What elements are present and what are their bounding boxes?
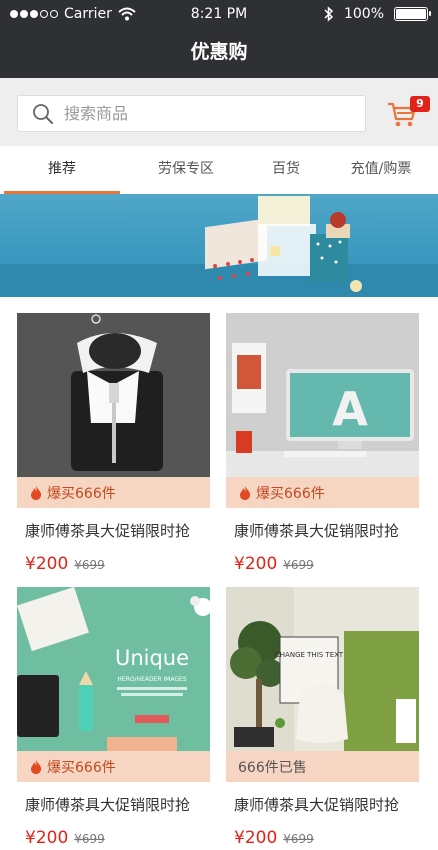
product-title: 康师傅茶具大促销限时抢 (234, 522, 400, 540)
tab-general-goods[interactable]: 百货 (248, 146, 324, 194)
product-image: Unique HERO/HEADER IMAGES (17, 587, 210, 751)
category-tabs: 推荐 劳保专区 百货 充值/购票 (0, 146, 438, 194)
product-tag-label: 爆买666件 (256, 485, 325, 502)
bluetooth-icon (324, 6, 334, 22)
tab-recharge-tickets[interactable]: 充值/购票 (324, 146, 438, 194)
fire-icon (240, 485, 251, 500)
cart-badge: 9 (410, 96, 430, 112)
cart-button[interactable]: 9 (386, 96, 430, 134)
search-row: 9 (0, 78, 438, 146)
tab-label: 劳保专区 (158, 161, 214, 177)
product-tag: 爆买666件 (17, 751, 210, 782)
tab-label: 百货 (272, 161, 300, 177)
original-price: ¥699 (283, 832, 314, 846)
current-price: ¥200 (25, 554, 69, 574)
search-icon (33, 103, 53, 124)
battery-label: 100% (343, 6, 384, 22)
product-price: ¥200 ¥699 (25, 828, 210, 848)
current-price: ¥200 (234, 554, 278, 574)
product-grid: 爆买666件 康师傅茶具大促销限时抢 ¥200 ¥699 A 爆买666件 康师… (0, 297, 438, 850)
product-card[interactable]: CHANGE THIS TEXT 666件已售 康师傅茶具大促销限时抢 ¥200… (226, 587, 419, 848)
product-tag-label: 666件已售 (238, 759, 307, 776)
tab-labor-protection[interactable]: 劳保专区 (124, 146, 248, 194)
product-tag-label: 爆买666件 (47, 485, 116, 502)
banner-image (0, 196, 438, 297)
product-card[interactable]: 爆买666件 康师傅茶具大促销限时抢 ¥200 ¥699 (17, 313, 210, 574)
product-price: ¥200 ¥699 (234, 554, 419, 574)
product-price: ¥200 ¥699 (25, 554, 210, 574)
product-tag: 666件已售 (226, 751, 419, 782)
original-price: ¥699 (283, 558, 314, 572)
status-bar: Carrier 8:21 PM 100% (0, 0, 438, 30)
battery-icon (394, 7, 431, 21)
product-tag-label: 爆买666件 (47, 759, 116, 776)
current-price: ¥200 (234, 828, 278, 848)
image-headline: Unique (115, 646, 189, 670)
original-price: ¥699 (74, 558, 105, 572)
product-image: A (226, 313, 419, 477)
promo-banner[interactable] (0, 194, 438, 297)
image-headline: CHANGE THIS TEXT (275, 651, 344, 659)
original-price: ¥699 (74, 832, 105, 846)
product-image (17, 313, 210, 477)
product-tag: 爆买666件 (226, 477, 419, 508)
search-input[interactable] (64, 104, 314, 123)
status-right: 100% (324, 6, 431, 22)
search-box[interactable] (17, 95, 366, 132)
product-title: 康师傅茶具大促销限时抢 (25, 796, 191, 814)
product-image: CHANGE THIS TEXT (226, 587, 419, 751)
fire-icon (31, 759, 42, 774)
tab-label: 充值/购票 (350, 161, 412, 177)
tab-recommend[interactable]: 推荐 (0, 146, 124, 194)
tab-label: 推荐 (48, 161, 76, 177)
product-card[interactable]: A 爆买666件 康师傅茶具大促销限时抢 ¥200 ¥699 (226, 313, 419, 574)
product-title: 康师傅茶具大促销限时抢 (234, 796, 400, 814)
product-card[interactable]: Unique HERO/HEADER IMAGES 爆买666件 康师傅茶具大促… (17, 587, 210, 848)
image-subheadline: HERO/HEADER IMAGES (117, 676, 186, 683)
fire-icon (31, 485, 42, 500)
product-tag: 爆买666件 (17, 477, 210, 508)
product-price: ¥200 ¥699 (234, 828, 419, 848)
svg-text:A: A (332, 382, 368, 436)
product-title: 康师傅茶具大促销限时抢 (25, 522, 191, 540)
nav-bar: 优惠购 (0, 30, 438, 78)
current-price: ¥200 (25, 828, 69, 848)
page-title: 优惠购 (190, 41, 248, 63)
